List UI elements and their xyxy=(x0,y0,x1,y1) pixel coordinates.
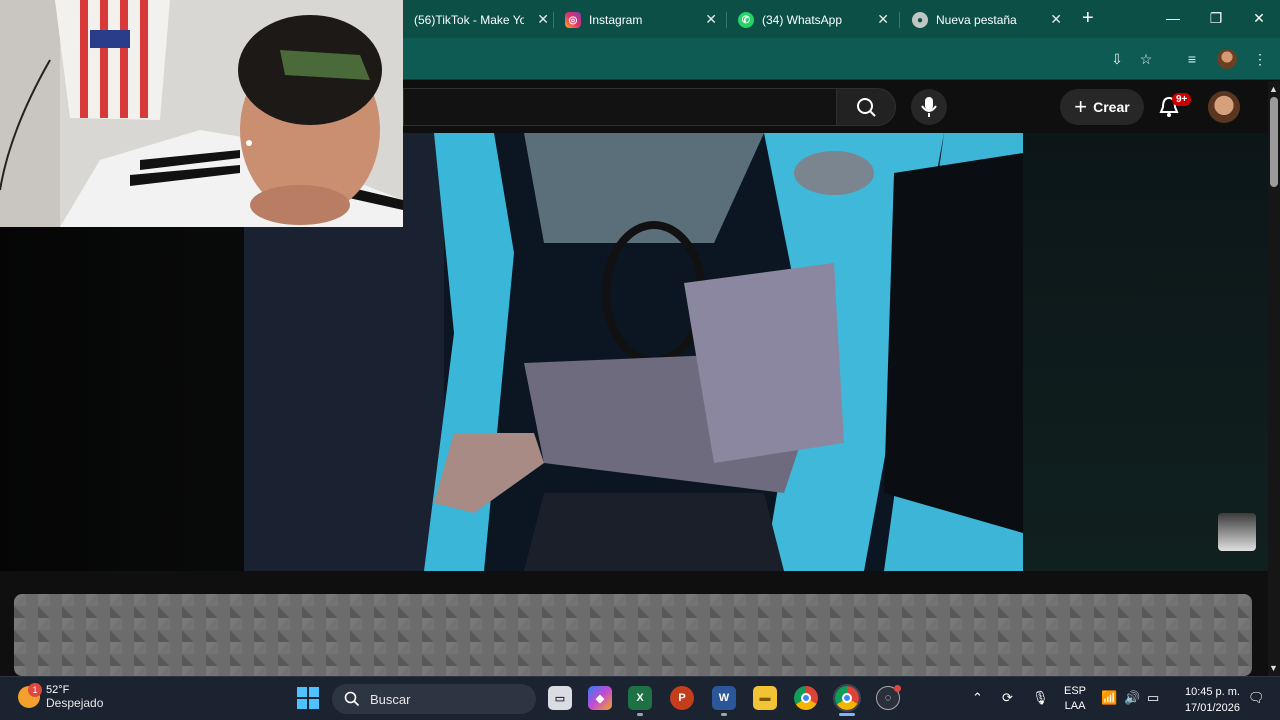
tab-instagram[interactable]: ◎ Instagram ✕ xyxy=(565,6,717,34)
copilot-icon[interactable]: ◆ xyxy=(588,686,612,710)
webcam-overlay xyxy=(0,0,403,227)
weather-badge: 1 xyxy=(28,683,42,697)
search-button[interactable] xyxy=(836,88,896,126)
tab-title: Nueva pestaña xyxy=(936,13,1017,27)
tab-separator xyxy=(726,12,727,28)
profile-avatar[interactable] xyxy=(1217,49,1237,69)
notifications-center-icon[interactable]: 🗨 xyxy=(1248,690,1265,706)
scroll-up-icon[interactable]: ▲ xyxy=(1269,84,1278,94)
channel-banner xyxy=(14,594,1252,676)
chrome-profile-icon[interactable] xyxy=(833,684,861,712)
instagram-icon: ◎ xyxy=(565,12,581,28)
word-icon[interactable]: W xyxy=(712,686,736,710)
webcam-person-image xyxy=(0,0,403,227)
sync-icon[interactable]: ⟳ xyxy=(1002,690,1013,706)
taskbar-search-label: Buscar xyxy=(370,691,411,707)
media-control-icon[interactable]: ≡ xyxy=(1183,50,1201,68)
whatsapp-icon: ✆ xyxy=(738,12,754,28)
search-icon xyxy=(857,98,876,117)
windows-start-icon[interactable] xyxy=(297,687,319,709)
close-tab-icon[interactable]: ✕ xyxy=(705,11,717,28)
weather-description: Despejado xyxy=(46,696,104,710)
create-button[interactable]: + Crear xyxy=(1060,89,1144,125)
tab-separator xyxy=(553,12,554,28)
scroll-down-icon[interactable]: ▼ xyxy=(1269,663,1278,673)
wifi-icon[interactable]: 📶 xyxy=(1101,690,1117,706)
scrollbar-thumb[interactable] xyxy=(1270,97,1278,187)
chrome-icon[interactable] xyxy=(794,686,818,710)
close-window-icon[interactable]: ✕ xyxy=(1249,10,1269,27)
notification-badge: 9+ xyxy=(1172,93,1192,106)
show-hidden-icons-icon[interactable]: ⌃ xyxy=(972,690,983,706)
plus-icon: + xyxy=(1074,94,1088,119)
video-side-gradient xyxy=(1023,133,1268,571)
battery-icon[interactable]: ▭ xyxy=(1147,690,1159,706)
search-icon xyxy=(344,691,360,707)
language-code: ESP xyxy=(1064,685,1087,697)
file-explorer-icon[interactable]: ▬ xyxy=(753,686,777,710)
close-tab-icon[interactable]: ✕ xyxy=(537,11,549,28)
voice-search-button[interactable] xyxy=(911,89,947,125)
taskbar-search[interactable]: Buscar xyxy=(332,684,536,714)
clock-time: 10:45 p. m. xyxy=(1184,686,1240,698)
language-layout: LAA xyxy=(1064,700,1086,712)
tab-title: Instagram xyxy=(589,13,643,27)
weather-temperature: 52°F xyxy=(46,684,70,696)
tab-title: (34) WhatsApp xyxy=(762,13,843,27)
new-tab-button[interactable]: + xyxy=(1082,8,1094,28)
taskbar-clock[interactable]: 10:45 p. m. 17/01/2026 xyxy=(1176,684,1240,716)
microphone-icon[interactable]: 🎙 xyxy=(1032,690,1049,706)
app-running-indicator xyxy=(721,713,727,716)
clock-date: 17/01/2026 xyxy=(1184,702,1240,714)
account-avatar[interactable] xyxy=(1208,91,1240,123)
app-running-indicator xyxy=(637,713,643,716)
channel-mini-avatar[interactable] xyxy=(1218,513,1256,551)
close-tab-icon[interactable]: ✕ xyxy=(1050,11,1062,28)
close-tab-icon[interactable]: ✕ xyxy=(877,11,889,28)
input-language[interactable]: ESP LAA xyxy=(1064,684,1086,714)
tab-tiktok[interactable]: (56)TikTok - Make Yo ✕ xyxy=(404,6,549,34)
search-input[interactable] xyxy=(403,88,837,126)
bookmark-star-icon[interactable]: ☆ xyxy=(1137,50,1155,68)
tab-separator xyxy=(899,12,900,28)
restore-icon[interactable]: ❐ xyxy=(1206,10,1226,27)
powerpoint-icon[interactable]: P xyxy=(670,686,694,710)
minimize-icon[interactable]: — xyxy=(1163,10,1183,26)
browser-menu-icon[interactable]: ⋮ xyxy=(1251,50,1269,68)
app-active-indicator xyxy=(839,713,855,716)
volume-icon[interactable]: 🔊 xyxy=(1124,690,1140,706)
tab-new-tab[interactable]: ● Nueva pestaña ✕ xyxy=(912,6,1062,34)
tab-title: (56)TikTok - Make Yo xyxy=(414,13,524,27)
recording-dot-icon xyxy=(894,685,901,692)
create-label: Crear xyxy=(1093,99,1130,115)
chrome-globe-icon: ● xyxy=(912,12,928,28)
install-app-icon[interactable]: ⇩ xyxy=(1108,50,1126,68)
microphone-icon xyxy=(921,97,937,117)
tab-whatsapp[interactable]: ✆ (34) WhatsApp ✕ xyxy=(738,6,889,34)
task-view-icon[interactable]: ▭ xyxy=(548,686,572,710)
excel-icon[interactable]: X xyxy=(628,686,652,710)
